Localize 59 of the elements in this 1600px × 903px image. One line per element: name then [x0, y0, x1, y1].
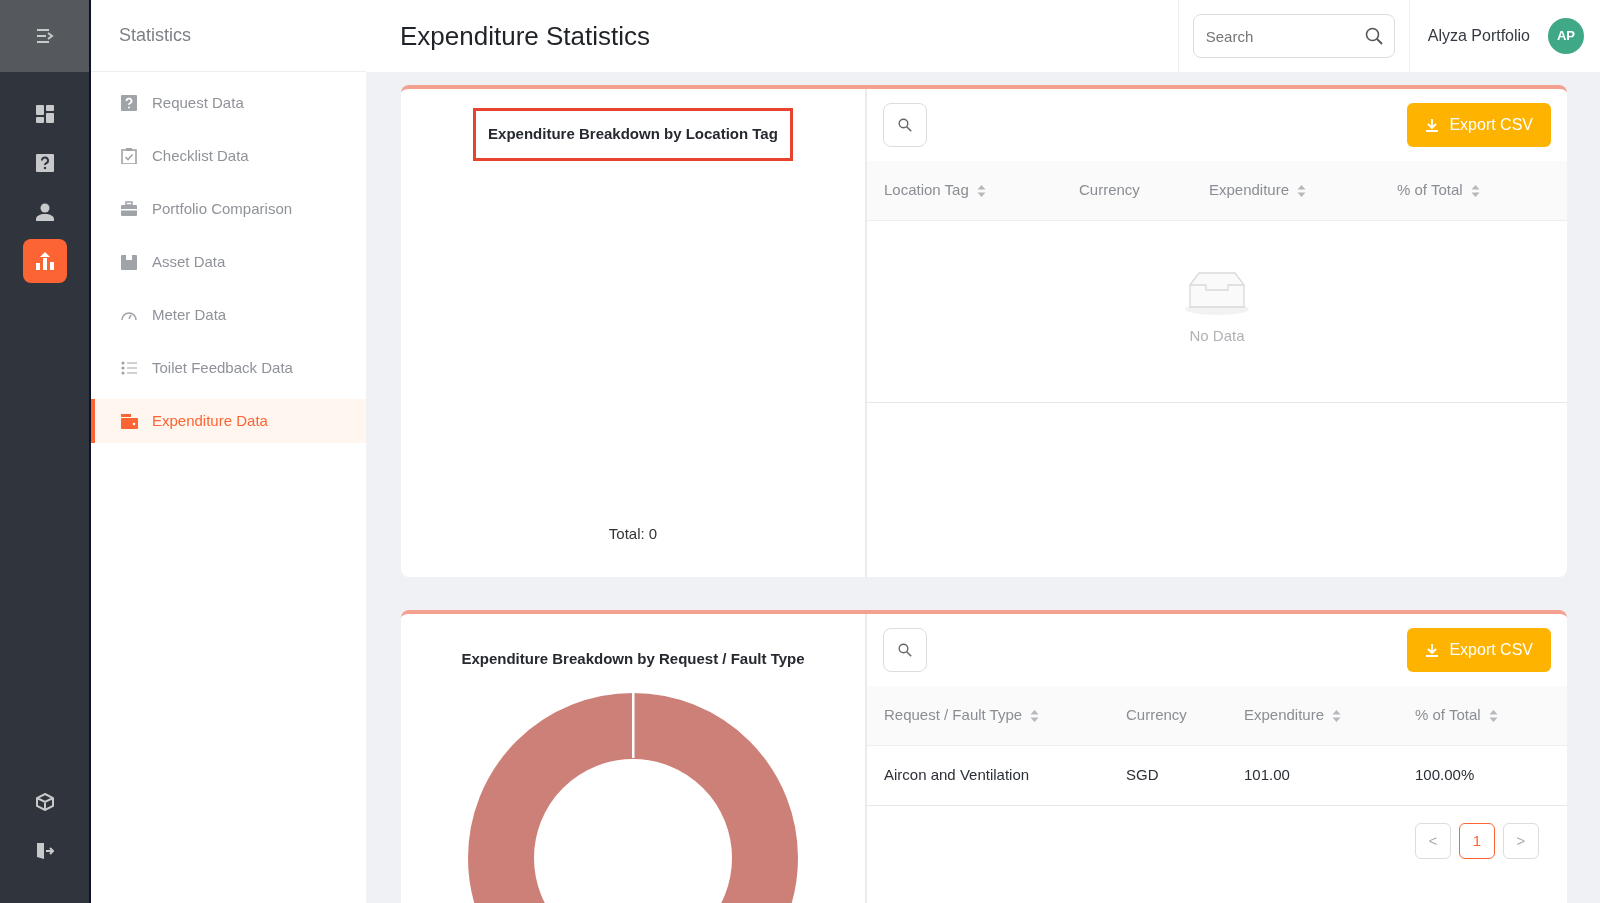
previous-page-button[interactable]: < — [1415, 823, 1451, 859]
column-header[interactable]: Location Tag — [884, 179, 986, 202]
sidebar-item[interactable]: Meter Data — [91, 293, 366, 337]
column-header[interactable]: % of Total — [1397, 179, 1480, 202]
question-icon — [35, 154, 54, 172]
search-field[interactable]: Search — [1192, 14, 1395, 58]
chart-title: Expenditure Breakdown by Location Tag — [473, 108, 793, 161]
briefcase-icon — [121, 201, 138, 217]
sort-icon — [1297, 183, 1307, 198]
user-name: Alyza Portfolio — [1427, 26, 1530, 46]
sidebar-item[interactable]: Expenditure Data — [91, 399, 366, 443]
table-cell-text: Aircon and Ventilation — [883, 765, 1031, 786]
column-header[interactable]: Expenditure — [1209, 179, 1307, 202]
column-header: Currency — [1079, 180, 1140, 201]
chart-total: Total: 0 — [608, 523, 658, 544]
menu-title: Statistics — [119, 24, 192, 47]
export-button[interactable]: Export CSV — [1407, 628, 1551, 672]
page-button[interactable]: 1 — [1459, 823, 1495, 859]
wallet-icon — [121, 413, 138, 429]
user-avatar[interactable]: AP — [1548, 18, 1584, 54]
search-icon — [898, 118, 912, 132]
download-icon — [1425, 643, 1440, 657]
sidebar-item[interactable]: Request Data — [91, 81, 366, 125]
column-header[interactable]: % of Total — [1415, 704, 1498, 727]
table-cell-text: 100.00% — [1414, 765, 1476, 786]
sort-icon — [1470, 183, 1480, 198]
sidebar-item[interactable]: Checklist Data — [91, 134, 366, 178]
clipboard-check-icon — [121, 148, 138, 164]
sort-icon — [976, 183, 986, 198]
search-icon — [898, 643, 912, 657]
sidebar-item[interactable]: Asset Data — [91, 240, 366, 284]
empty-inbox-icon — [1184, 271, 1250, 315]
list-icon — [121, 360, 138, 376]
cube-icon — [35, 793, 54, 811]
table-cell-text: SGD — [1125, 765, 1160, 786]
sidebar-item[interactable]: Toilet Feedback Data — [91, 346, 366, 390]
sort-icon — [1030, 708, 1040, 723]
chart-title: Expenditure Breakdown by Request / Fault Type — [460, 649, 806, 669]
download-icon — [1425, 118, 1440, 132]
menu-icon — [35, 28, 54, 44]
logout-icon — [35, 842, 54, 860]
next-page-button[interactable]: > — [1503, 823, 1539, 859]
column-header[interactable]: Expenditure — [1244, 704, 1342, 727]
table-cell-text: 101.00 — [1243, 765, 1291, 786]
bar-chart-icon — [35, 252, 54, 270]
sidebar-item[interactable]: Portfolio Comparison — [91, 187, 366, 231]
sort-icon — [1332, 708, 1342, 723]
box-icon — [121, 254, 138, 270]
empty-text: No Data — [1189, 326, 1245, 346]
question-icon — [121, 95, 138, 111]
column-header: Currency — [1126, 705, 1187, 726]
nav-rail-button[interactable] — [22, 239, 67, 283]
export-button[interactable]: Export CSV — [1407, 103, 1551, 147]
sort-icon — [1488, 708, 1498, 723]
dashboard-icon — [35, 105, 54, 123]
person-icon — [35, 203, 54, 221]
search-icon — [1364, 27, 1383, 45]
column-header[interactable]: Request / Fault Type — [884, 704, 1040, 727]
page-title: Expenditure Statistics — [399, 19, 651, 53]
